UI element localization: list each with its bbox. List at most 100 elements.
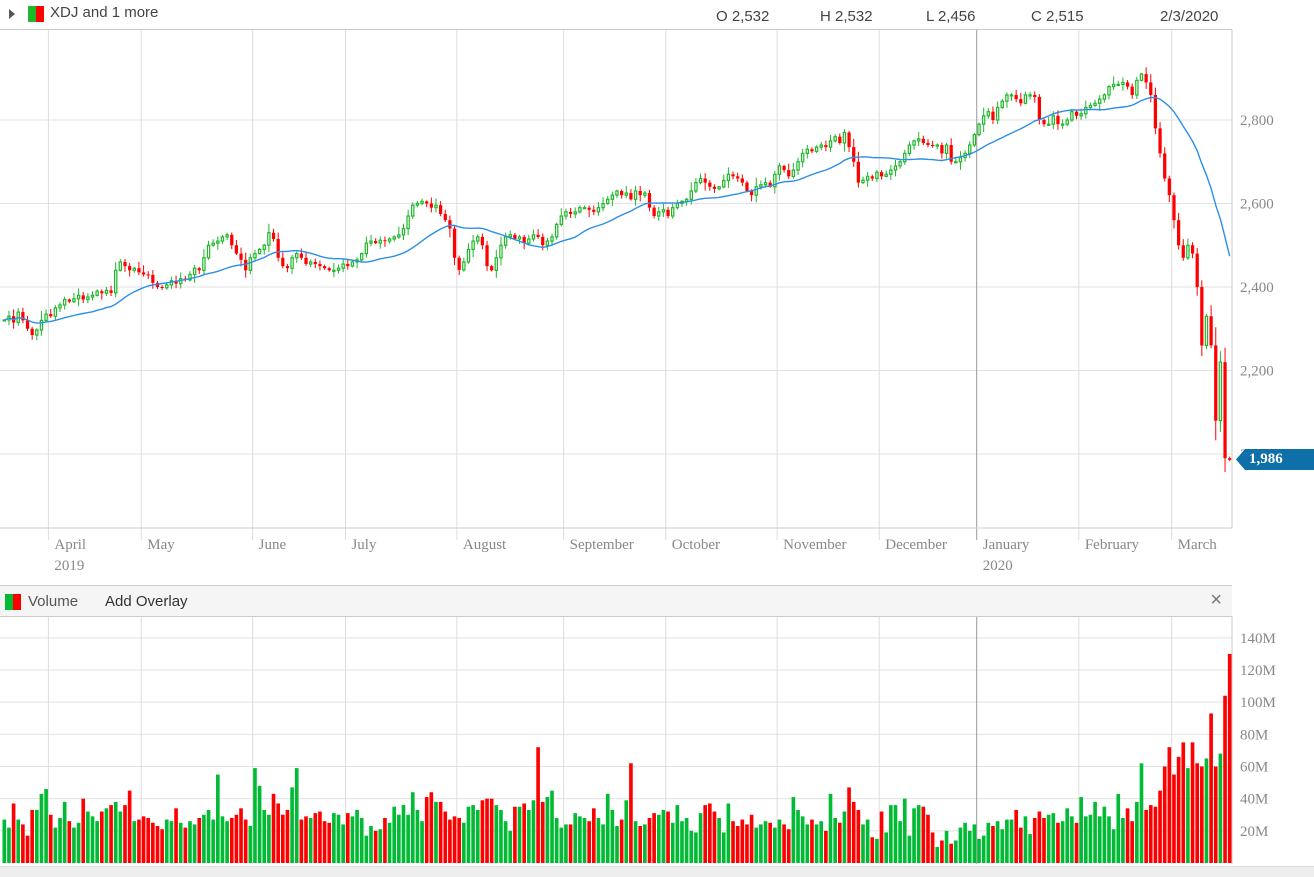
candle-up: [499, 244, 503, 259]
volume-bar: [1121, 817, 1125, 863]
volume-bar: [53, 827, 58, 863]
candle-up: [893, 165, 898, 171]
volume-bar: [1148, 805, 1153, 863]
volume-bar: [591, 808, 596, 863]
volume-bar: [178, 822, 183, 863]
candle-up: [986, 111, 991, 117]
volume-bar: [735, 826, 740, 863]
chart-canvas[interactable]: 2,0002,2002,4002,6002,800 April2019MayJu…: [0, 0, 1314, 876]
candle-down: [731, 174, 735, 177]
month-label: July: [351, 537, 377, 553]
candle-up: [977, 123, 981, 136]
volume-bar: [1037, 811, 1042, 863]
candle-up: [958, 156, 963, 163]
volume-bar: [1065, 808, 1070, 863]
month-label: March: [1178, 537, 1218, 553]
volume-bar: [118, 811, 123, 863]
volume-bar: [1130, 821, 1135, 863]
candle-up: [675, 202, 680, 209]
volume-bar: [1190, 742, 1195, 863]
candle-up: [1093, 102, 1097, 106]
volume-bar: [763, 821, 768, 863]
volume-bar: [856, 809, 861, 863]
candle-up: [53, 307, 58, 317]
candle-down: [1042, 120, 1046, 125]
volume-bar: [536, 747, 540, 863]
volume-bar: [137, 819, 141, 863]
volume-bar: [661, 809, 666, 863]
candle-up: [1186, 244, 1190, 259]
candle-up: [503, 236, 508, 246]
candle-up: [471, 240, 475, 251]
volume-bar: [420, 821, 424, 863]
volume-bar: [652, 813, 656, 863]
volume-bar: [415, 809, 420, 863]
close-icon[interactable]: ×: [1210, 589, 1222, 612]
candle-up: [828, 140, 833, 148]
volume-bar: [824, 830, 828, 863]
candle-down: [1153, 94, 1158, 129]
candle-up: [578, 207, 582, 213]
candle-down: [745, 182, 749, 191]
volume-bar: [643, 824, 647, 863]
volume-bar: [1093, 801, 1097, 863]
volume-bar: [981, 835, 986, 863]
candle-up: [192, 267, 197, 276]
month-label: September: [570, 537, 634, 553]
candle-up: [1116, 83, 1121, 87]
volume-bar: [234, 814, 239, 863]
candle-up: [661, 209, 666, 213]
candle-down: [620, 190, 624, 196]
volume-bar: [257, 785, 262, 863]
volume-bar: [703, 805, 708, 863]
volume-bar: [1032, 817, 1037, 863]
volume-bar: [1111, 829, 1116, 863]
candle-up: [1218, 361, 1223, 422]
candle-down: [592, 209, 596, 212]
candle-up: [726, 173, 731, 182]
add-overlay-button[interactable]: Add Overlay: [105, 593, 188, 610]
month-label: October: [672, 537, 720, 553]
candle-up: [582, 207, 587, 210]
volume-bar: [183, 827, 188, 863]
candle-down: [629, 193, 633, 200]
candle-up: [968, 144, 972, 155]
volume-label[interactable]: Volume: [28, 593, 78, 610]
price-tick-label: 2,800: [1240, 113, 1274, 129]
candle-up: [262, 244, 266, 251]
volume-bar: [870, 837, 875, 863]
volume-bar: [893, 805, 898, 863]
price-tick-label: 2,400: [1240, 280, 1274, 296]
volume-bar: [656, 814, 661, 863]
candle-up: [884, 173, 888, 177]
candle-down: [1158, 128, 1162, 154]
candle-up: [972, 134, 977, 146]
candle-up: [1079, 113, 1083, 117]
candle-up: [670, 207, 675, 217]
candle-down: [443, 213, 447, 221]
candle-up: [1135, 79, 1139, 96]
volume-bar: [304, 816, 308, 863]
volume-bar: [865, 819, 870, 863]
volume-bar: [545, 797, 550, 863]
volume-bar: [146, 817, 151, 863]
candle-down: [271, 232, 276, 239]
volume-bar: [406, 814, 410, 863]
volume-bar: [902, 798, 907, 863]
volume-bar: [1195, 763, 1200, 863]
candle-down: [1019, 99, 1023, 104]
volume-bar: [1186, 768, 1190, 863]
horizontal-scrollbar[interactable]: [0, 866, 1314, 877]
volume-bar: [1223, 695, 1227, 863]
candle-down: [151, 274, 155, 283]
volume-bar: [1107, 816, 1111, 863]
volume-bar: [958, 827, 963, 863]
volume-bar: [90, 816, 95, 863]
candle-up: [378, 239, 383, 244]
month-label: August: [463, 537, 507, 553]
candle-up: [415, 202, 420, 206]
month-label: November: [783, 537, 846, 553]
candle-up: [466, 248, 471, 263]
volume-bar: [489, 798, 494, 863]
volume-color-swatch-icon: [5, 594, 21, 610]
